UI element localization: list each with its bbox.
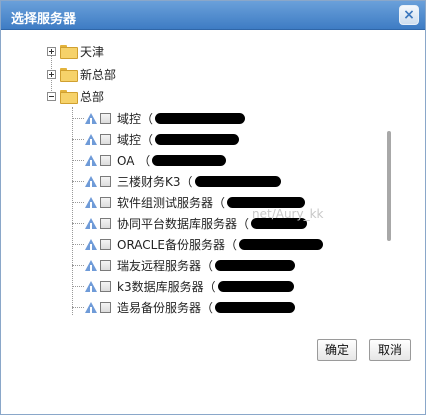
folder-icon <box>60 90 78 104</box>
ok-button[interactable]: 确定 <box>317 339 357 361</box>
tree-item-server[interactable]: ORACLE备份服务器（ <box>85 234 323 254</box>
server-icon <box>85 196 97 208</box>
folder-icon <box>60 68 78 82</box>
server-label: 三楼财务K3（ <box>117 174 193 189</box>
cancel-button[interactable]: 取消 <box>369 339 411 361</box>
scrollbar-thumb[interactable] <box>387 131 391 241</box>
server-checkbox[interactable] <box>100 196 111 208</box>
server-checkbox[interactable] <box>100 259 111 271</box>
tree-connector <box>72 223 84 224</box>
server-icon <box>85 259 97 271</box>
redaction <box>152 154 227 166</box>
server-icon <box>85 154 97 166</box>
tree-scrollbar[interactable] <box>385 41 393 316</box>
server-checkbox[interactable] <box>100 238 111 250</box>
expand-plus-icon[interactable] <box>47 69 56 79</box>
dialog-title: 选择服务器 <box>11 12 77 27</box>
group-label: 总部 <box>80 89 105 104</box>
select-server-dialog: 选择服务器 × 天津 新总部 总部 域控（ 域控（ OA （ 三楼财务K3（ 软… <box>0 0 426 415</box>
server-checkbox[interactable] <box>100 154 111 166</box>
tree-item-server[interactable]: 三楼财务K3（ <box>85 171 281 191</box>
server-checkbox[interactable] <box>100 217 111 229</box>
tree-connector <box>72 265 84 266</box>
server-checkbox[interactable] <box>100 112 111 124</box>
server-label: 瑞友远程服务器（ <box>117 258 214 273</box>
server-icon <box>85 112 97 124</box>
tree-group-new-hq[interactable]: 新总部 <box>47 64 116 84</box>
server-icon <box>85 133 97 145</box>
close-button[interactable]: × <box>399 5 419 25</box>
tree-connector <box>72 181 84 182</box>
server-checkbox[interactable] <box>100 301 111 313</box>
tree-item-server[interactable]: 域控（ <box>85 129 240 149</box>
server-tree: 天津 新总部 总部 域控（ 域控（ OA （ 三楼财务K3（ 软件组测试服务器（… <box>42 41 393 316</box>
redaction <box>194 175 281 187</box>
server-checkbox[interactable] <box>100 175 111 187</box>
redaction <box>215 301 296 313</box>
folder-icon <box>60 45 78 59</box>
tree-connector <box>72 307 84 308</box>
close-icon: × <box>403 7 415 23</box>
tree-item-server[interactable]: 瑞友远程服务器（ <box>85 255 296 275</box>
redaction <box>238 238 323 250</box>
server-label: 协同平台数据库服务器（ <box>117 216 250 231</box>
server-icon <box>85 238 97 250</box>
tree-connector <box>72 244 84 245</box>
server-checkbox[interactable] <box>100 280 111 292</box>
tree-connector <box>72 118 84 119</box>
group-label: 天津 <box>80 44 105 59</box>
tree-connector <box>72 286 84 287</box>
server-icon <box>85 301 97 313</box>
server-icon <box>85 280 97 292</box>
tree-connector <box>72 160 84 161</box>
tree-item-server[interactable]: 造易备份服务器（ <box>85 297 296 316</box>
server-label: 造易备份服务器（ <box>117 300 214 315</box>
server-icon <box>85 217 97 229</box>
watermark-text: net/Aury_kk <box>252 207 324 221</box>
server-label: 域控（ <box>117 132 154 147</box>
server-checkbox[interactable] <box>100 133 111 145</box>
redaction <box>155 112 246 124</box>
group-label: 新总部 <box>80 67 117 82</box>
server-label: 软件组测试服务器（ <box>117 195 226 210</box>
redaction <box>227 196 306 208</box>
collapse-minus-icon[interactable] <box>47 91 56 101</box>
tree-group-tianjin[interactable]: 天津 <box>47 41 104 61</box>
tree-connector <box>72 139 84 140</box>
tree-item-server[interactable]: OA （ <box>85 150 227 170</box>
redaction <box>217 280 294 292</box>
redaction <box>215 259 296 271</box>
server-icon <box>85 175 97 187</box>
server-label: OA （ <box>117 153 151 168</box>
tree-item-server[interactable]: 域控（ <box>85 108 246 128</box>
server-label: ORACLE备份服务器（ <box>117 237 237 252</box>
server-label: 域控（ <box>117 111 154 126</box>
redaction <box>155 133 240 145</box>
tree-connector <box>72 202 84 203</box>
expand-plus-icon[interactable] <box>47 46 56 56</box>
tree-item-server[interactable]: k3数据库服务器（ <box>85 276 294 296</box>
dialog-titlebar[interactable]: 选择服务器 × <box>1 1 425 30</box>
server-label: k3数据库服务器（ <box>117 279 216 294</box>
tree-group-hq[interactable]: 总部 <box>47 86 104 106</box>
